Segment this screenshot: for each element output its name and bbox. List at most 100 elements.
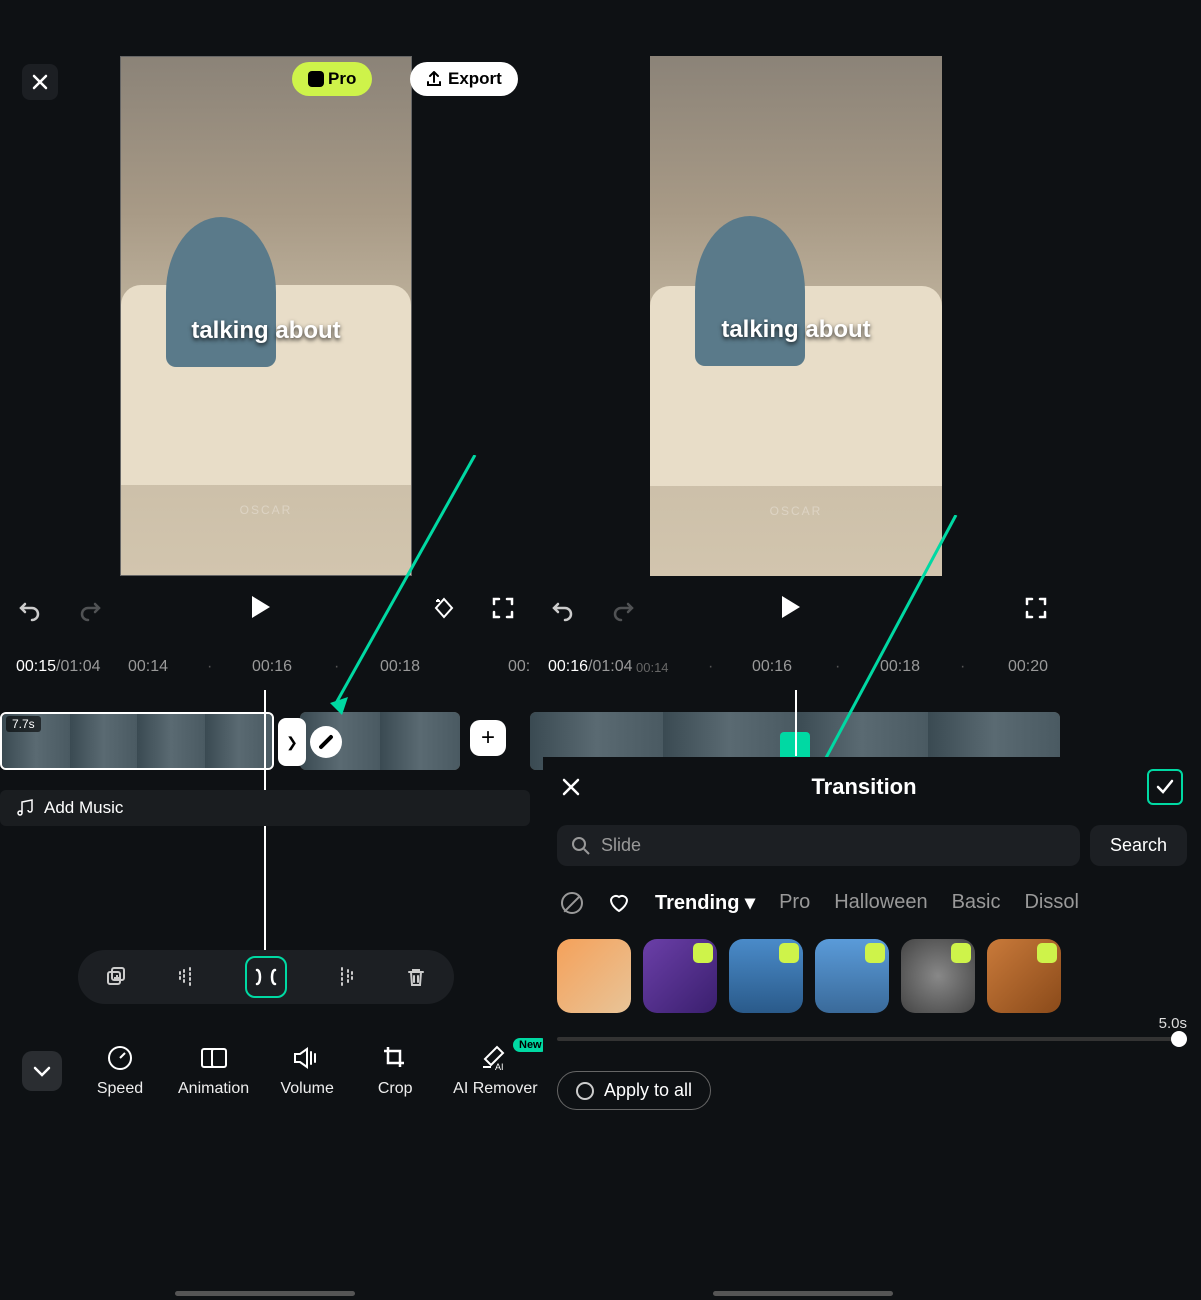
transition-preset[interactable] [643, 939, 717, 1013]
clip-duration: 7.7s [6, 716, 41, 732]
pro-badge-icon [1037, 943, 1057, 963]
home-indicator [713, 1291, 893, 1296]
search-input[interactable]: Slide [557, 825, 1080, 866]
time-ruler[interactable]: 00:15/01:04 00:14 · 00:16 · 00:18 00: 00… [0, 652, 1201, 682]
crop-tool[interactable]: Crop [365, 1044, 425, 1098]
close-panel-button[interactable] [561, 777, 581, 797]
tab-basic[interactable]: Basic [952, 891, 1001, 914]
split-left-button[interactable] [170, 956, 212, 998]
tab-dissolve[interactable]: Dissol [1024, 891, 1078, 914]
transition-panel: Transition Slide Search Trending ▾ Pro H… [543, 757, 1201, 1300]
time-mark: 00:20 [1008, 658, 1048, 676]
tab-pro[interactable]: Pro [779, 891, 810, 914]
favorites-button[interactable] [607, 891, 631, 915]
upload-icon [426, 71, 442, 87]
time-mark: 00: [508, 658, 530, 676]
preview-right[interactable]: talking about OSCAR [650, 56, 942, 576]
duration-slider[interactable]: 5.0s [543, 1021, 1201, 1057]
watermark: OSCAR [121, 503, 411, 517]
transition-preset[interactable] [729, 939, 803, 1013]
transition-preset[interactable] [557, 939, 631, 1013]
time-mark: 00:14 [636, 660, 669, 675]
chevron-down-icon [33, 1065, 51, 1077]
clip-edge-handle[interactable]: ❯ [278, 718, 306, 766]
animation-icon [200, 1044, 228, 1072]
undo-button[interactable] [548, 595, 578, 625]
preview-left[interactable]: talking about OSCAR [120, 56, 412, 576]
pro-label: Pro [328, 69, 356, 89]
time-total-left: /01:04 [56, 658, 100, 675]
volume-icon [293, 1044, 321, 1072]
search-button[interactable]: Search [1090, 825, 1187, 866]
add-music-track[interactable]: Add Music [0, 790, 530, 826]
keyframe-button[interactable] [432, 596, 456, 620]
pro-badge-icon [865, 943, 885, 963]
music-icon [16, 799, 34, 817]
collapse-toolbar-button[interactable] [22, 1051, 62, 1091]
confirm-button[interactable] [1147, 769, 1183, 805]
close-icon [561, 777, 581, 797]
time-current-left: 00:15 [16, 658, 56, 675]
transition-preset[interactable] [987, 939, 1061, 1013]
play-button[interactable] [782, 596, 810, 624]
add-clip-button[interactable]: + [470, 720, 506, 756]
pro-badge-icon [779, 943, 799, 963]
pro-button[interactable]: Pro [292, 62, 372, 96]
clip-edit-tools [78, 950, 454, 1004]
export-button[interactable]: Export [410, 62, 518, 96]
tab-trending[interactable]: Trending ▾ [655, 890, 755, 915]
transition-thumbnails [543, 931, 1201, 1021]
clip-a[interactable]: 7.7s [0, 712, 274, 770]
close-button[interactable] [22, 64, 58, 100]
duplicate-button[interactable] [95, 956, 137, 998]
export-label: Export [448, 69, 502, 89]
transition-indicator[interactable] [310, 726, 342, 758]
delete-button[interactable] [395, 956, 437, 998]
search-icon [571, 836, 591, 856]
play-icon [252, 596, 270, 618]
watermark: OSCAR [650, 504, 942, 518]
caption-text: talking about [650, 316, 942, 344]
animation-tool[interactable]: Animation [178, 1044, 249, 1098]
svg-text:AI: AI [495, 1062, 504, 1071]
radio-icon [576, 1082, 594, 1100]
time-mark: 00:16 [252, 658, 292, 676]
transition-preset[interactable] [815, 939, 889, 1013]
pro-badge-icon [693, 943, 713, 963]
search-placeholder: Slide [601, 835, 641, 856]
time-mark: 00:16 [752, 658, 792, 676]
apply-all-label: Apply to all [604, 1080, 692, 1101]
crop-icon [382, 1044, 408, 1072]
trash-icon [405, 966, 427, 988]
panel-title: Transition [811, 774, 916, 800]
apply-to-all-button[interactable]: Apply to all [557, 1071, 711, 1110]
fullscreen-button[interactable] [1025, 597, 1049, 621]
undo-button[interactable] [15, 595, 45, 625]
playhead-right[interactable] [795, 690, 797, 756]
home-indicator [175, 1291, 355, 1296]
play-icon [782, 596, 800, 618]
split-button[interactable] [245, 956, 287, 998]
transition-preset[interactable] [901, 939, 975, 1013]
speed-icon [107, 1044, 133, 1072]
caption-text: talking about [121, 317, 411, 345]
split-right-button[interactable] [320, 956, 362, 998]
ai-remover-tool[interactable]: NewAIAI Remover [453, 1044, 537, 1098]
time-total-right: /01:04 [588, 658, 632, 675]
fullscreen-button[interactable] [492, 597, 516, 621]
speed-tool[interactable]: Speed [90, 1044, 150, 1098]
music-label: Add Music [44, 798, 123, 818]
volume-tool[interactable]: Volume [277, 1044, 337, 1098]
redo-button[interactable] [75, 595, 105, 625]
eraser-icon: AI [481, 1044, 509, 1072]
duration-value: 5.0s [1159, 1015, 1187, 1032]
transition-tabs: Trending ▾ Pro Halloween Basic Dissol [543, 874, 1201, 931]
time-mark: 00:14 [128, 658, 168, 676]
pro-badge-icon [951, 943, 971, 963]
redo-button[interactable] [608, 595, 638, 625]
play-button[interactable] [252, 596, 280, 624]
time-current-right: 00:16 [548, 658, 588, 675]
time-mark: 00:18 [380, 658, 420, 676]
none-transition-button[interactable] [561, 892, 583, 914]
tab-halloween[interactable]: Halloween [834, 891, 927, 914]
